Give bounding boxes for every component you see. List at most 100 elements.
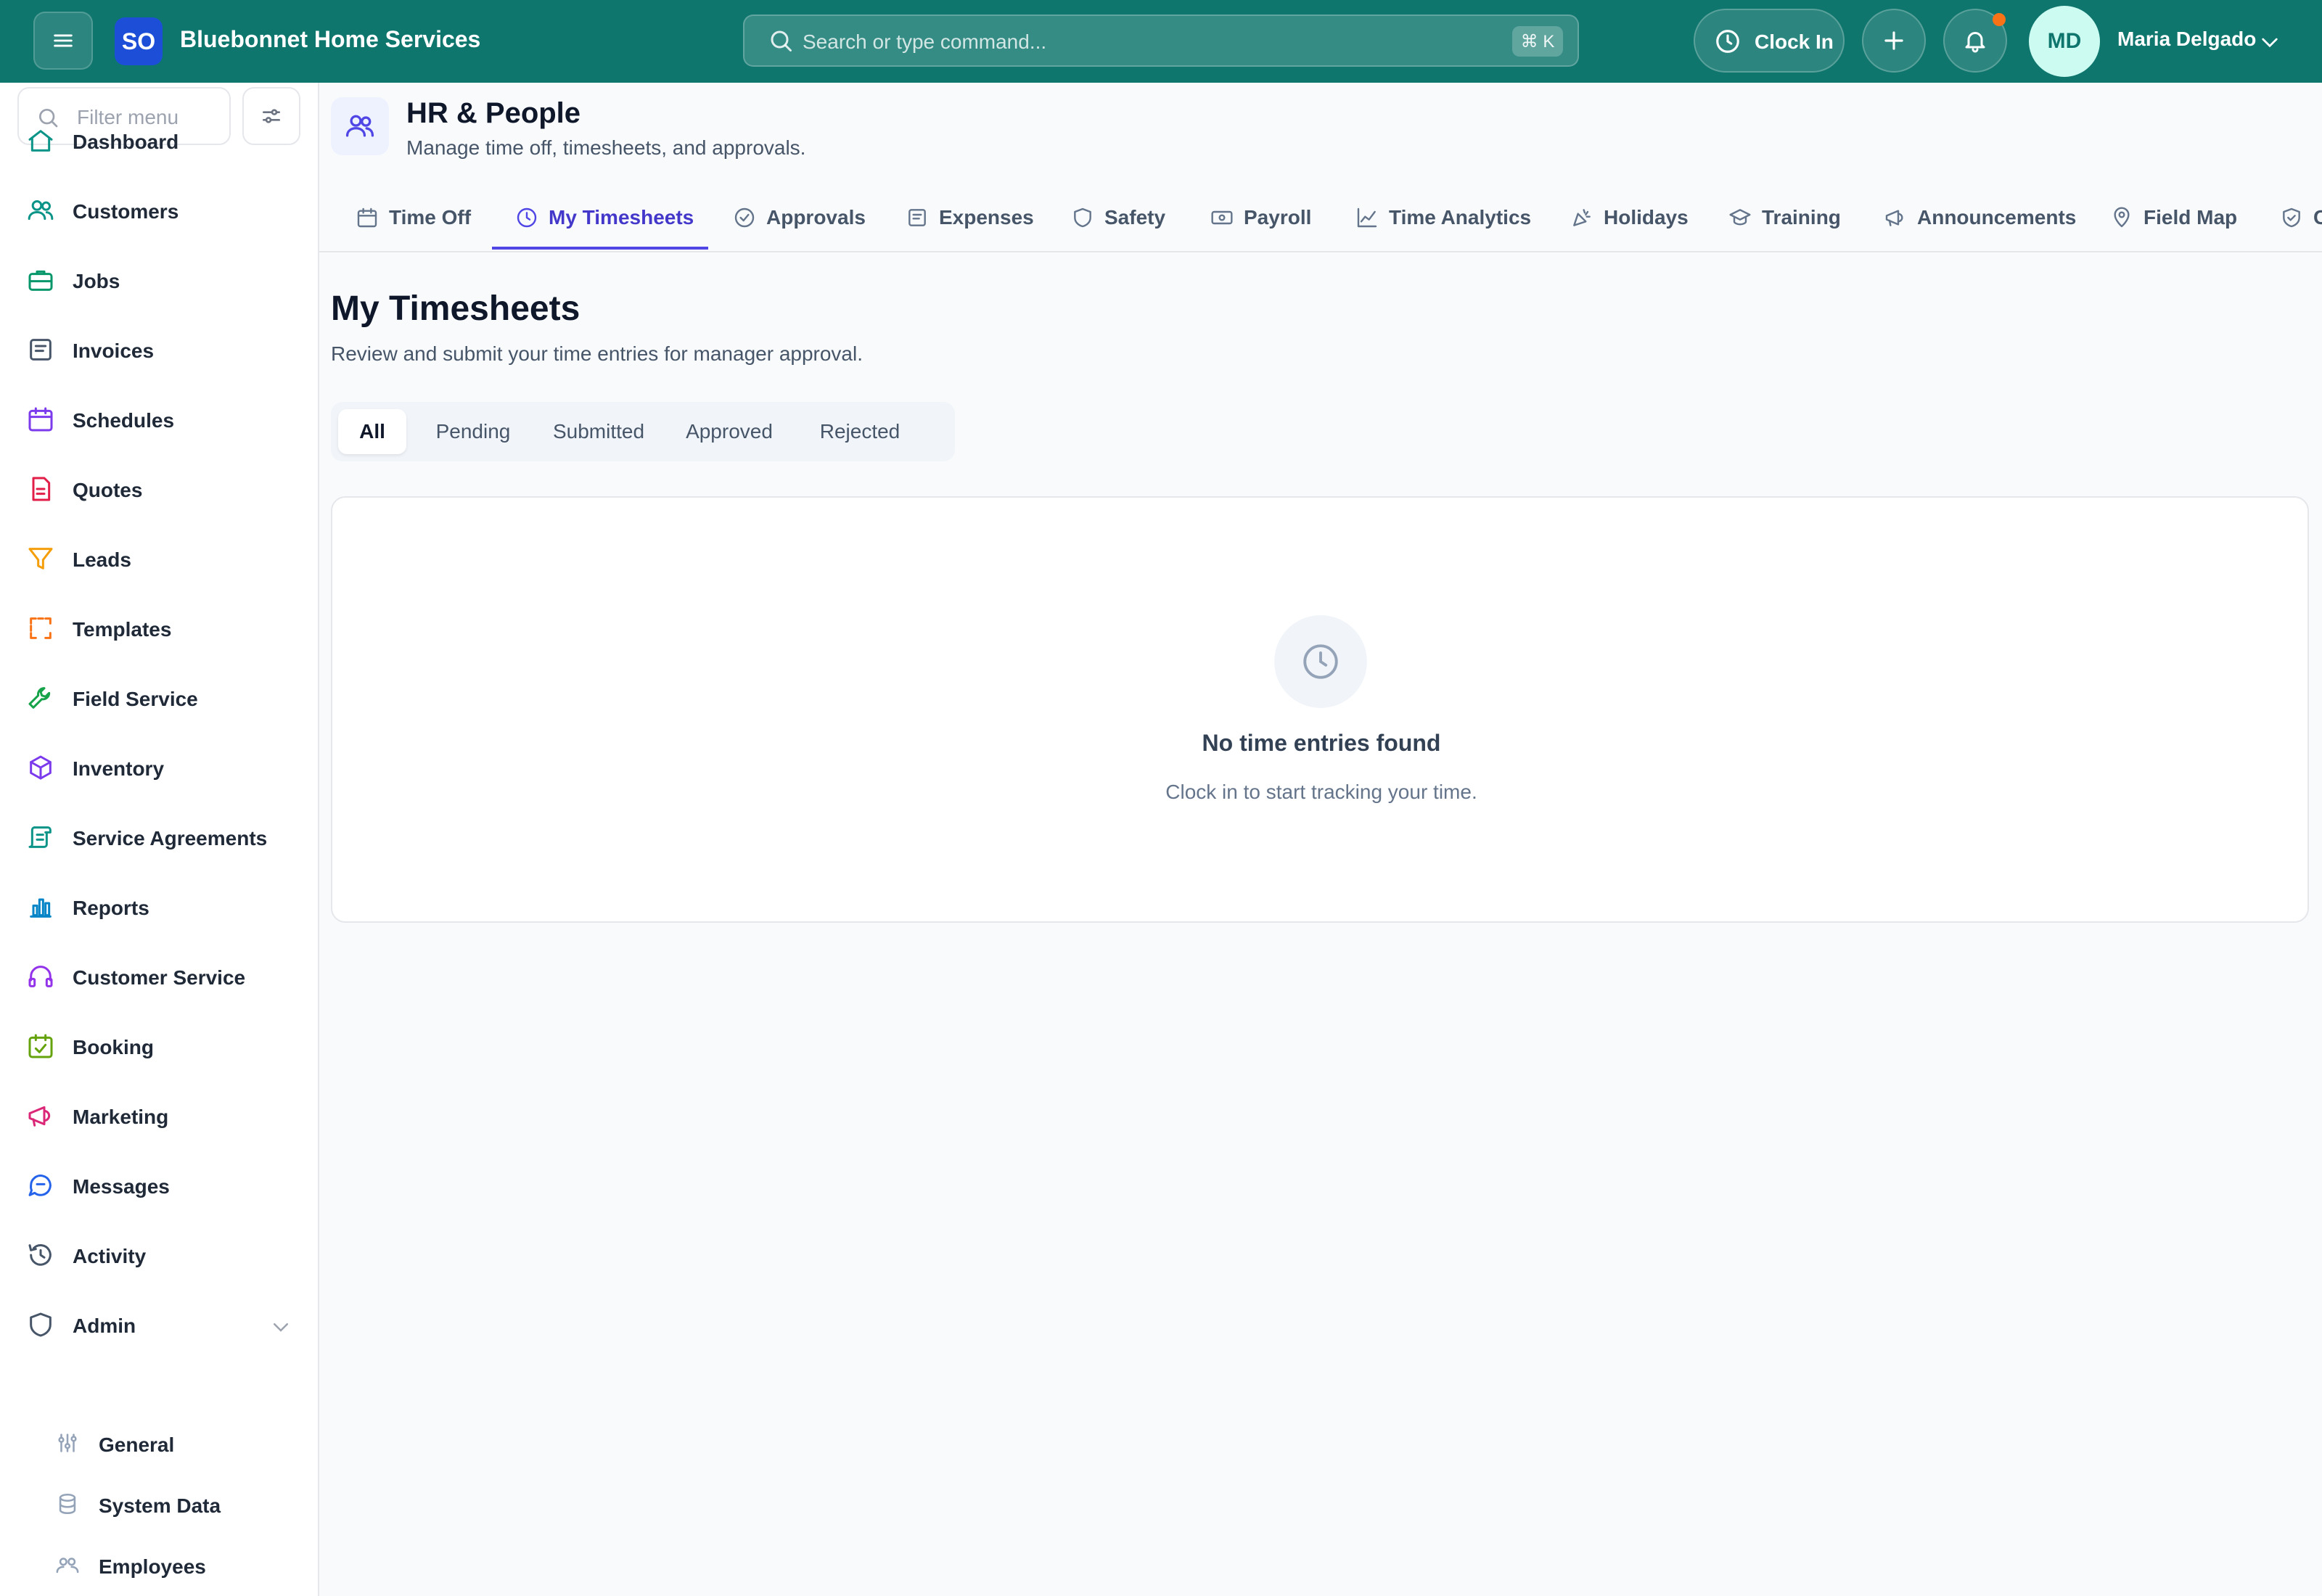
- section-subtitle: Review and submit your time entries for …: [331, 342, 863, 365]
- brand-logo[interactable]: SO: [115, 17, 163, 65]
- banknote-icon: [1210, 206, 1234, 229]
- menu-toggle-button[interactable]: [33, 12, 93, 70]
- megaphone-icon: [1884, 206, 1907, 229]
- status-filter: All Pending Submitted Approved Rejected: [331, 402, 955, 461]
- search-icon: [768, 28, 794, 54]
- sidebar-item-quotes[interactable]: Quotes: [0, 460, 318, 518]
- sidebar-item-reports[interactable]: Reports: [0, 878, 318, 936]
- check-circle-icon: [733, 206, 756, 229]
- command-search[interactable]: Search or type command... ⌘ K: [743, 15, 1579, 67]
- sidebar-item-label: Customers: [73, 200, 179, 223]
- search-placeholder: Search or type command...: [803, 30, 1047, 53]
- home-icon: [26, 126, 55, 155]
- sidebar-item-label: Admin: [73, 1315, 136, 1337]
- sidebar-subitem-general[interactable]: General: [0, 1418, 318, 1470]
- clock-in-button[interactable]: Clock In: [1694, 9, 1845, 73]
- tab-label: Safety: [1104, 206, 1166, 229]
- headset-icon: [26, 962, 55, 991]
- page-icon: [331, 97, 389, 155]
- receipt-icon: [26, 335, 55, 364]
- message-icon: [26, 1171, 55, 1200]
- filter-rejected[interactable]: Rejected: [801, 409, 919, 454]
- sidebar-item-leads[interactable]: Leads: [0, 530, 318, 588]
- sidebar-item-messages[interactable]: Messages: [0, 1156, 318, 1214]
- sidebar-item-label: Leads: [73, 548, 131, 571]
- funnel-icon: [26, 544, 55, 573]
- sidebar-item-label: Quotes: [73, 479, 143, 501]
- sidebar-item-jobs[interactable]: Jobs: [0, 251, 318, 309]
- tab-label: Time Analytics: [1389, 206, 1532, 229]
- sidebar-subitem-employees[interactable]: Employees: [0, 1539, 318, 1592]
- sidebar-item-templates[interactable]: Templates: [0, 599, 318, 657]
- sidebar-subitem-system-data[interactable]: System Data: [0, 1478, 318, 1531]
- sidebar-item-activity[interactable]: Activity: [0, 1226, 318, 1284]
- sidebar-item-field-service[interactable]: Field Service: [0, 669, 318, 727]
- file-icon: [26, 474, 55, 503]
- sidebar-item-schedules[interactable]: Schedules: [0, 390, 318, 448]
- sidebar-subitem-label: General: [99, 1433, 175, 1456]
- sliders-icon: [55, 1431, 80, 1455]
- shield-icon: [1071, 206, 1094, 229]
- calendar-icon: [26, 405, 55, 434]
- user-avatar[interactable]: MD: [2029, 6, 2100, 77]
- sidebar-item-admin[interactable]: Admin: [0, 1296, 318, 1354]
- filter-approved[interactable]: Approved: [672, 409, 787, 454]
- sidebar-item-label: Templates: [73, 618, 172, 641]
- tab-label: My Timesheets: [549, 206, 694, 229]
- sidebar-item-label: Field Service: [73, 688, 198, 710]
- clock-icon: [1300, 641, 1342, 683]
- user-name[interactable]: Maria Delgado: [2117, 28, 2256, 51]
- megaphone-icon: [26, 1101, 55, 1130]
- brand-name[interactable]: Bluebonnet Home Services: [180, 26, 480, 53]
- sidebar-item-label: Dashboard: [73, 131, 179, 153]
- empty-state-subtitle: Clock in to start tracking your time.: [1165, 781, 1477, 803]
- sidebar-item-label: Booking: [73, 1036, 154, 1058]
- sidebar-item-marketing[interactable]: Marketing: [0, 1087, 318, 1145]
- sidebar-item-invoices[interactable]: Invoices: [0, 321, 318, 379]
- wrench-icon: [26, 683, 55, 712]
- tab-label: Holidays: [1604, 206, 1689, 229]
- history-icon: [26, 1241, 55, 1270]
- page-title: HR & People: [406, 97, 581, 129]
- sidebar-subitem-label: Employees: [99, 1555, 206, 1578]
- hamburger-icon: [51, 28, 75, 53]
- tab-label: Announcements: [1917, 206, 2077, 229]
- sidebar-item-label: Inventory: [73, 757, 165, 780]
- sidebar-item-inventory[interactable]: Inventory: [0, 739, 318, 797]
- sidebar-item-label: Schedules: [73, 409, 175, 432]
- page-subtitle: Manage time off, timesheets, and approva…: [406, 136, 806, 159]
- sidebar-subitem-label: System Data: [99, 1494, 221, 1517]
- line-chart-icon: [1355, 206, 1379, 229]
- template-icon: [26, 614, 55, 643]
- briefcase-icon: [26, 266, 55, 295]
- sidebar-item-customer-service[interactable]: Customer Service: [0, 947, 318, 1005]
- chevron-down-icon[interactable]: [2258, 30, 2281, 54]
- tab-label: Training: [1762, 206, 1841, 229]
- hr-tabs: Time Off My Timesheets Approvals Expenses Sa…: [319, 186, 2322, 252]
- sidebar-item-dashboard[interactable]: Dashboard: [0, 112, 318, 170]
- users-icon: [344, 110, 376, 142]
- tab-label: Approvals: [766, 206, 866, 229]
- party-icon: [1570, 206, 1593, 229]
- quick-add-button[interactable]: [1862, 9, 1926, 73]
- shortcut-hint: ⌘ K: [1512, 26, 1563, 57]
- map-pin-icon: [2110, 206, 2133, 229]
- filter-all[interactable]: All: [338, 409, 406, 454]
- bell-icon: [1962, 28, 1988, 54]
- clock-in-label: Clock In: [1755, 30, 1834, 53]
- box-icon: [26, 753, 55, 782]
- calendar-icon: [356, 206, 379, 229]
- top-bar: SO Bluebonnet Home Services Search or ty…: [0, 0, 2322, 83]
- notification-dot: [1993, 13, 2006, 26]
- sidebar-item-service-agreements[interactable]: Service Agreements: [0, 808, 318, 866]
- filter-pending[interactable]: Pending: [421, 409, 525, 454]
- tab-label: Expenses: [939, 206, 1034, 229]
- filter-submitted[interactable]: Submitted: [540, 409, 657, 454]
- sidebar-item-customers[interactable]: Customers: [0, 181, 318, 239]
- shield-icon: [26, 1310, 55, 1339]
- sidebar: Filter menu Dashboard Customers Jobs Invoic…: [0, 83, 319, 1596]
- clock-icon: [1714, 28, 1742, 55]
- sidebar-item-booking[interactable]: Booking: [0, 1017, 318, 1075]
- tab-label: C: [2313, 206, 2322, 229]
- active-tab-indicator: [492, 247, 708, 250]
